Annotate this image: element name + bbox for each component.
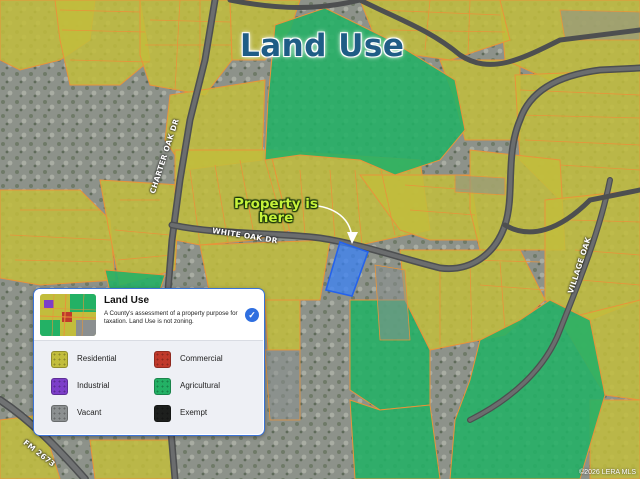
map-view[interactable]: Land Use Property is here CHARTER OAK DR…: [0, 0, 640, 479]
copyright-text: ©2026 LERA MLS: [579, 469, 636, 476]
legend-label: Commercial: [180, 354, 223, 363]
checkmark-icon[interactable]: ✓: [245, 308, 259, 322]
legend-label: Exempt: [180, 408, 208, 417]
land-use-thumbnail: [40, 294, 96, 336]
legend-label: Vacant: [77, 408, 102, 417]
agricultural-swatch: [154, 378, 171, 395]
legend-label: Residential: [77, 354, 117, 363]
exempt-swatch: [154, 405, 171, 422]
property-label-line2: here: [258, 210, 294, 226]
legend-title: Land Use: [104, 295, 150, 306]
legend-label: Industrial: [77, 381, 110, 390]
residential-swatch: [51, 351, 68, 368]
map-title: Land Use: [240, 28, 405, 64]
legend-items: Residential Commercial Industrial Agricu…: [34, 341, 263, 434]
land-use-legend-card[interactable]: Land Use A County's assessment of a prop…: [33, 288, 265, 436]
legend-description: A County's assessment of a property purp…: [104, 310, 238, 325]
commercial-swatch: [154, 351, 171, 368]
industrial-swatch: [51, 378, 68, 395]
vacant-swatch: [51, 405, 68, 422]
property-label: Property is here: [221, 197, 331, 225]
legend-label: Agricultural: [180, 381, 221, 390]
legend-header: Land Use A County's assessment of a prop…: [34, 289, 263, 341]
